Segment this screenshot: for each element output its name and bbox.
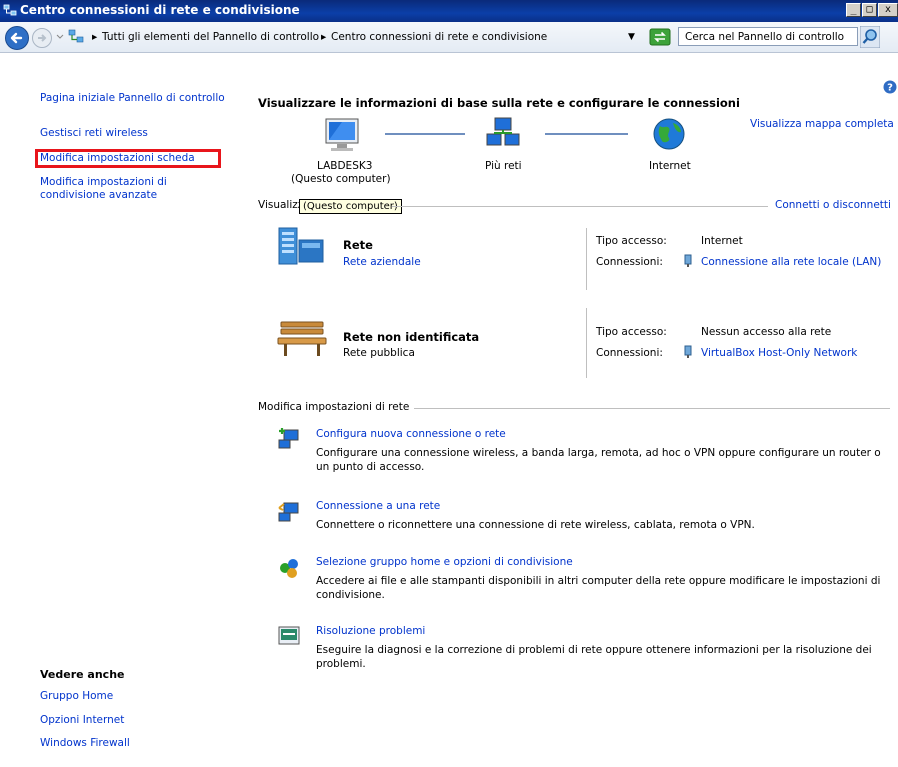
search-placeholder: Cerca nel Pannello di controllo [685,31,845,43]
network-2-divider [586,308,587,378]
navigation-bar: ▸ Tutti gli elementi del Pannello di con… [0,22,898,53]
network-2-access-value: Nessun accesso alla rete [701,326,832,338]
sidebar-item-manage-wireless[interactable]: Gestisci reti wireless [40,127,148,139]
map-link-line-2 [545,133,628,135]
task-new-connection-desc: Configurare una connessione wireless, a … [316,447,881,459]
settings-section-label: Modifica impostazioni di rete [258,401,410,413]
search-input[interactable]: Cerca nel Pannello di controllo [678,27,858,46]
network-1-connection-link[interactable]: Connessione alla rete locale (LAN) [701,256,881,268]
network-2-name: Rete non identificata [343,330,480,344]
task-troubleshoot-desc: Eseguire la diagnosi e la correzione di … [316,644,872,656]
network-1-type-link[interactable]: Rete aziendale [343,256,421,268]
history-dropdown-icon[interactable] [56,34,64,40]
see-also-heading: Vedere anche [40,668,125,681]
window-title: Centro connessioni di rete e condivision… [20,3,300,17]
help-icon[interactable]: ? [883,80,897,94]
network-2-access-label: Tipo accesso: [596,326,667,338]
task-homegroup-link[interactable]: Selezione gruppo home e opzioni di condi… [316,556,573,568]
connect-disconnect-link[interactable]: Connetti o disconnetti [775,199,891,211]
see-also-windows-firewall[interactable]: Windows Firewall [40,737,130,749]
task-connect-network-desc: Connettere o riconnettere una connession… [316,519,755,531]
homegroup-icon [280,559,298,578]
task-new-connection-desc-2: un punto di accesso. [316,461,425,473]
close-button[interactable]: x [878,3,898,17]
troubleshoot-icon [278,626,300,645]
sidebar-item-advanced-sharing-line2[interactable]: condivisione avanzate [40,189,157,201]
network-1-conn-label: Connessioni: [596,256,663,268]
task-homegroup-desc-2: condivisione. [316,589,385,601]
network-2-type: Rete pubblica [343,347,415,359]
title-bar[interactable]: Centro connessioni di rete e condivision… [0,0,898,22]
sidebar-item-advanced-sharing[interactable]: Modifica impostazioni di [40,176,167,188]
network-1-access-label: Tipo accesso: [596,235,667,247]
breadcrumb-control-panel[interactable]: Tutti gli elementi del Pannello di contr… [102,31,319,43]
internet-globe-icon [653,118,685,150]
network-1-access-value: Internet [701,235,743,247]
task-new-connection-link[interactable]: Configura nuova connessione o rete [316,428,506,440]
multi-networks-label: Più reti [485,160,522,172]
domain-network-icon [278,227,324,265]
computer-name: LABDESK3 [317,160,373,172]
multiple-networks-icon [486,117,520,146]
network-2-connection-link[interactable]: VirtualBox Host-Only Network [701,347,857,359]
network-2-conn-label: Connessioni: [596,347,663,359]
task-troubleshoot-link[interactable]: Risoluzione problemi [316,625,425,637]
connect-to-network-icon [278,502,299,522]
back-arrow-icon[interactable] [4,25,30,51]
minimize-button[interactable]: _ [846,3,861,17]
tooltip: (Questo computer) [299,199,402,214]
network-1-name: Rete [343,238,373,252]
computer-icon [325,118,359,151]
highlight-box [35,149,221,168]
full-map-link[interactable]: Visualizza mappa completa [750,118,894,130]
task-troubleshoot-desc-2: problemi. [316,658,366,670]
forward-arrow-icon[interactable] [31,27,53,49]
control-panel-icon [68,29,84,43]
page-title: Visualizzare le informazioni di base sul… [258,96,740,110]
section-divider-active [392,206,768,207]
network-center-icon [3,4,17,16]
search-icon[interactable] [860,26,880,48]
breadcrumb-separator-2[interactable]: ▸ [321,31,326,43]
sidebar-home-link[interactable]: Pagina iniziale Pannello di controllo [40,92,225,104]
section-divider-settings [414,408,890,409]
breadcrumb-network-center[interactable]: Centro connessioni di rete e condivision… [331,31,547,43]
svg-text:?: ? [887,83,893,94]
active-networks-label: Visualizz [258,199,304,211]
address-dropdown-icon[interactable]: ▼ [628,32,635,42]
see-also-internet-options[interactable]: Opzioni Internet [40,714,124,726]
refresh-icon[interactable] [649,28,671,46]
task-connect-network-link[interactable]: Connessione a una rete [316,500,440,512]
task-homegroup-desc: Accedere ai file e alle stampanti dispon… [316,575,881,587]
network-adapter-icon [684,345,692,358]
network-1-divider [586,228,587,290]
maximize-button[interactable]: □ [862,3,877,17]
network-adapter-icon [684,254,692,267]
computer-subtitle: (Questo computer) [291,173,391,185]
new-connection-icon [278,428,299,449]
breadcrumb-separator-1[interactable]: ▸ [92,31,97,43]
see-also-homegroup[interactable]: Gruppo Home [40,690,113,702]
internet-label: Internet [649,160,691,172]
public-network-bench-icon [277,321,327,356]
map-link-line-1 [385,133,465,135]
